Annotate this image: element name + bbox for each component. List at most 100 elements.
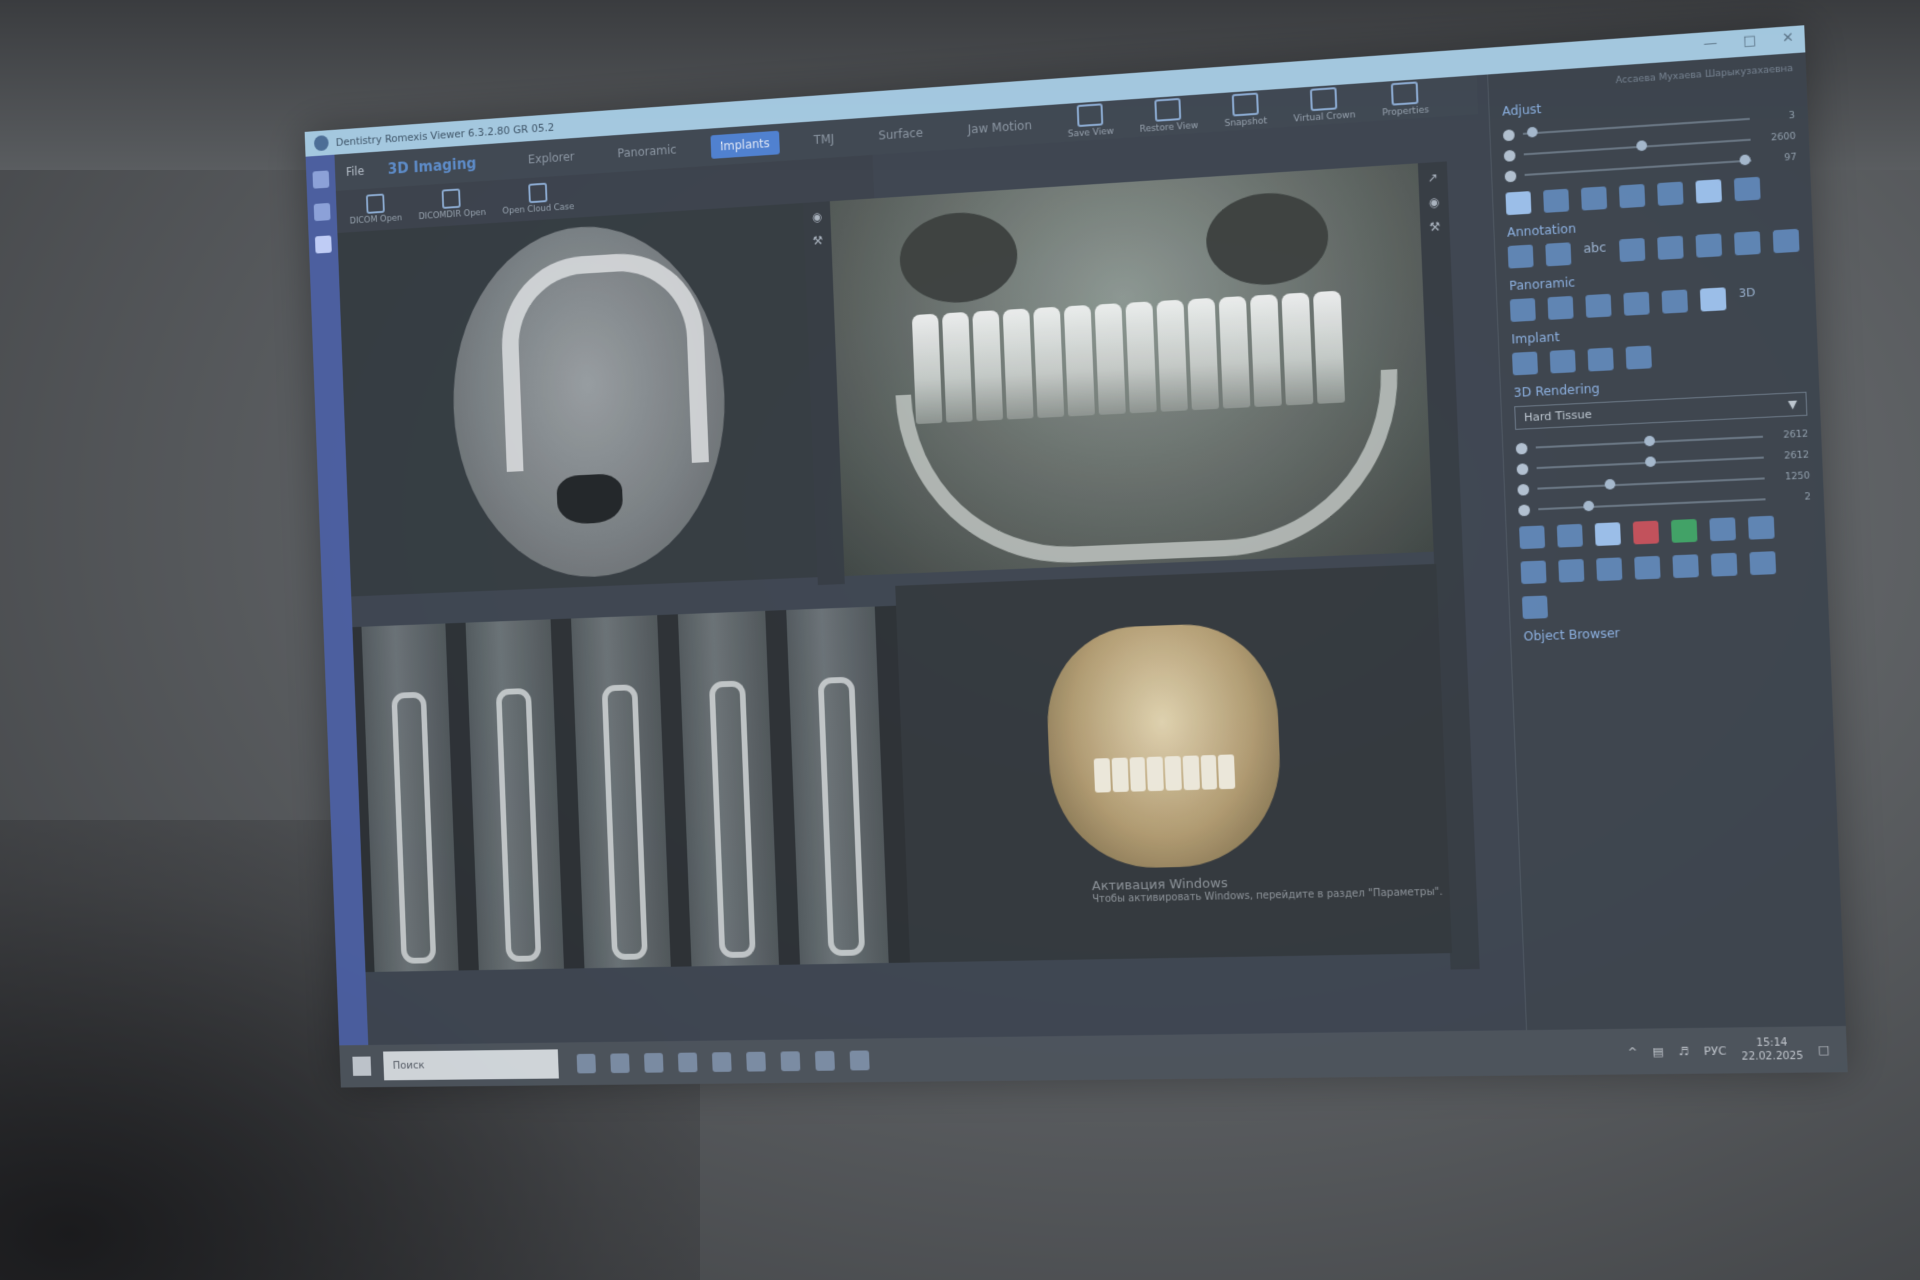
curve-add-icon[interactable] (1585, 293, 1612, 318)
green-plane-icon[interactable] (1670, 518, 1698, 543)
dicom-open-button[interactable]: DICOM Open (349, 192, 402, 226)
mandible (895, 369, 1405, 570)
volume-icon[interactable]: ♬ (1678, 1044, 1689, 1058)
pan-icon[interactable] (1543, 188, 1570, 213)
maximize-icon[interactable]: □ (1743, 33, 1757, 50)
red-plane-icon[interactable] (1632, 520, 1660, 545)
virtual-crown-button[interactable]: Virtual Crown (1292, 86, 1356, 125)
palette-icon[interactable] (1556, 523, 1583, 548)
save-view-button[interactable]: Save View (1067, 103, 1114, 140)
image-mode-icon[interactable] (1519, 525, 1546, 550)
star-icon[interactable] (1747, 515, 1775, 540)
snapshot-icon (1231, 92, 1259, 117)
app-icon-3[interactable] (780, 1051, 801, 1072)
camera-icon-2[interactable]: ◉ (1428, 195, 1439, 210)
crown-icon[interactable] (1587, 347, 1614, 372)
task-view-icon[interactable] (576, 1053, 597, 1074)
curve-icon[interactable] (1733, 231, 1761, 256)
explorer-icon[interactable] (643, 1052, 664, 1073)
app-icon-4[interactable] (814, 1050, 835, 1071)
curve-active-icon[interactable] (1699, 287, 1727, 312)
open-cloud-case-button[interactable]: Open Cloud Case (501, 181, 575, 217)
implant-edit-icon[interactable] (1549, 349, 1576, 374)
ruler-icon[interactable] (1507, 244, 1534, 269)
clock[interactable]: 15:14 22.02.2025 (1741, 1036, 1804, 1064)
yandex-icon[interactable] (677, 1052, 698, 1073)
right-tool-panel: Ассаева Мухаева Шарыкузахаевна Adjust 3 … (1487, 52, 1846, 1031)
implant-search-icon[interactable] (1625, 345, 1652, 370)
cube-icon[interactable] (1558, 558, 1585, 583)
sphere-icon[interactable] (1710, 552, 1738, 577)
language-indicator[interactable]: РУС (1704, 1044, 1727, 1058)
curve-draw-icon[interactable] (1509, 298, 1536, 323)
tab-panoramic[interactable]: Panoramic (608, 137, 687, 166)
images-icon[interactable] (313, 202, 331, 222)
snapshot-button[interactable]: Snapshot (1223, 92, 1267, 129)
3d-module-icon[interactable] (314, 235, 332, 254)
slash-icon[interactable] (1520, 560, 1547, 585)
app-icon-1[interactable] (711, 1052, 732, 1072)
skull-icon[interactable] (1596, 557, 1623, 582)
3d-skull-model (1043, 621, 1285, 870)
face-icon[interactable] (1749, 551, 1777, 576)
curve-move-icon[interactable] (1623, 291, 1650, 316)
edge-icon[interactable] (610, 1053, 630, 1074)
app-icon-2[interactable] (746, 1051, 766, 1072)
tab-tmj[interactable]: TMJ (804, 126, 845, 152)
contrast-icon (1502, 128, 1515, 141)
cross-section-slice (361, 623, 459, 972)
teeth-3d (1093, 754, 1236, 793)
tab-implants[interactable]: Implants (710, 130, 780, 159)
3d-curve-button[interactable]: 3D (1738, 286, 1756, 310)
tooth-annotation-icon[interactable] (1772, 228, 1800, 254)
close-icon[interactable]: ✕ (1782, 30, 1794, 46)
network-icon[interactable]: ▤ (1652, 1044, 1664, 1058)
cross-section-views[interactable] (352, 605, 911, 973)
axial-view[interactable] (337, 202, 818, 597)
restore-view-button[interactable]: Restore View (1139, 97, 1199, 135)
windows-start-icon[interactable] (352, 1056, 372, 1076)
zoom-icon[interactable] (1505, 191, 1532, 216)
tab-surface[interactable]: Surface (868, 120, 933, 148)
patient-icon[interactable] (312, 170, 330, 189)
image-icon[interactable] (1618, 183, 1646, 209)
curve-auto-icon[interactable] (1661, 289, 1689, 314)
color-map-icon[interactable] (1672, 554, 1699, 579)
profile-icon[interactable] (1634, 555, 1661, 580)
expand-icon[interactable]: ↗ (1427, 170, 1438, 185)
wrench-tool-icon[interactable] (1733, 176, 1761, 202)
left-sinus (898, 209, 1019, 306)
panoramic-view[interactable] (829, 163, 1434, 577)
blue-plane-icon[interactable] (1709, 517, 1736, 542)
brush-icon[interactable] (1695, 233, 1722, 258)
properties-button[interactable]: Properties (1381, 81, 1429, 119)
notification-icon[interactable]: □ (1818, 1042, 1830, 1056)
dicomdir-icon (441, 188, 462, 209)
camera-icon[interactable]: ◉ (812, 210, 823, 224)
dicomdir-open-button[interactable]: DICOMDIR Open (417, 187, 486, 222)
label-icon[interactable] (1618, 237, 1645, 263)
head-icon[interactable] (1695, 179, 1723, 204)
tab-jaw-motion[interactable]: Jaw Motion (958, 113, 1043, 143)
curve-edit-icon[interactable] (1547, 295, 1574, 320)
tab-explorer[interactable]: Explorer (518, 144, 584, 172)
opacity-icon (1515, 442, 1528, 455)
chevron-up-icon[interactable]: ^ (1628, 1045, 1638, 1059)
angle-icon[interactable] (1545, 242, 1572, 267)
right-sinus (1204, 189, 1330, 289)
text-annotation-button[interactable]: abc (1583, 240, 1607, 264)
sharpen-icon[interactable] (1580, 186, 1608, 211)
wrench-icon-2[interactable]: ⚒ (1429, 219, 1441, 234)
wrench-icon[interactable]: ⚒ (812, 233, 823, 247)
app-icon-5[interactable] (849, 1050, 870, 1071)
clip-icon[interactable] (1594, 522, 1621, 547)
minimize-icon[interactable]: — (1703, 36, 1718, 53)
taskbar-search-input[interactable]: Поиск (383, 1049, 559, 1081)
reset-icon[interactable] (1521, 595, 1548, 620)
add-implant-icon[interactable] (1511, 351, 1539, 376)
file-menu[interactable]: File (346, 164, 365, 179)
pen-icon[interactable] (1656, 235, 1684, 260)
cross-section-slice (571, 615, 671, 969)
dicom-icon (365, 193, 385, 214)
layers-icon[interactable] (1657, 181, 1684, 206)
